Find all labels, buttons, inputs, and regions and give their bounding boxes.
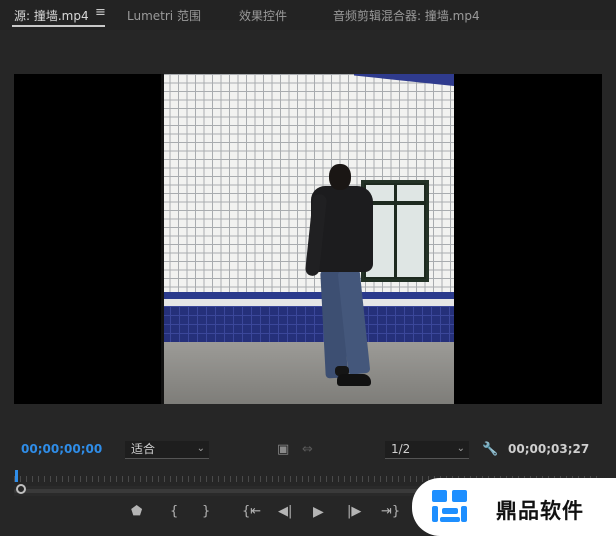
go-to-out-button[interactable]: ⇥} xyxy=(381,504,400,519)
source-monitor-panel: 源: 撞墙.mp4 ≡ Lumetri 范围 效果控件 音频剪辑混合器: 撞墙.… xyxy=(0,0,616,536)
watermark-text: 鼎品软件 xyxy=(496,499,584,523)
playhead-timecode[interactable]: 00;00;00;00 xyxy=(21,442,102,456)
blue-stripe xyxy=(161,292,454,299)
duration-timecode: 00;00;03;27 xyxy=(508,442,590,456)
step-back-button[interactable]: ◀| xyxy=(278,504,292,519)
chevron-down-icon: ⌄ xyxy=(456,443,465,454)
zoom-fit-select[interactable]: 适合 ⌄ xyxy=(125,441,209,459)
play-button[interactable]: ▶ xyxy=(313,504,324,520)
wrench-icon[interactable]: 🔧 xyxy=(482,442,498,457)
go-to-in-button[interactable]: {⇤ xyxy=(242,504,261,519)
step-forward-button[interactable]: |▶ xyxy=(347,504,361,519)
mark-in-button[interactable]: { xyxy=(170,504,178,519)
tab-source[interactable]: 源: 撞墙.mp4 xyxy=(14,7,89,24)
chevron-down-icon: ⌄ xyxy=(196,443,205,454)
zoom-fit-value: 适合 xyxy=(131,442,156,456)
add-marker-button[interactable]: ⬟ xyxy=(131,504,142,519)
frame-edge xyxy=(161,74,164,404)
video-viewer[interactable] xyxy=(14,74,602,404)
tab-audio-clip-mixer[interactable]: 音频剪辑混合器: 撞墙.mp4 xyxy=(333,7,480,24)
watermark-logo-icon xyxy=(432,490,467,522)
camera-icon[interactable]: ▣ xyxy=(277,442,289,457)
person-shoe xyxy=(337,374,371,386)
video-frame xyxy=(161,74,454,404)
active-tab-indicator xyxy=(12,25,105,27)
wall-gap xyxy=(161,299,454,306)
playback-resolution-select[interactable]: 1/2 ⌄ xyxy=(385,441,469,459)
viewer-controls: 00;00;00;00 适合 ⌄ ▣ ⇔ 1/2 ⌄ 🔧 00;00;03;27 xyxy=(0,438,616,462)
tab-bar: 源: 撞墙.mp4 ≡ Lumetri 范围 效果控件 音频剪辑混合器: 撞墙.… xyxy=(0,0,616,30)
insert-icon[interactable]: ⇔ xyxy=(302,442,313,457)
pavement xyxy=(161,342,454,404)
zoom-scroll-handle[interactable] xyxy=(16,484,26,494)
playback-resolution-value: 1/2 xyxy=(391,442,411,456)
mark-out-button[interactable]: } xyxy=(202,504,210,519)
hamburger-menu-icon[interactable]: ≡ xyxy=(95,5,106,20)
tab-lumetri-scopes[interactable]: Lumetri 范围 xyxy=(127,7,201,24)
person-head xyxy=(329,164,351,190)
tab-effect-controls[interactable]: 效果控件 xyxy=(239,7,287,24)
playhead[interactable] xyxy=(15,470,18,482)
blue-tile-base xyxy=(161,306,454,346)
